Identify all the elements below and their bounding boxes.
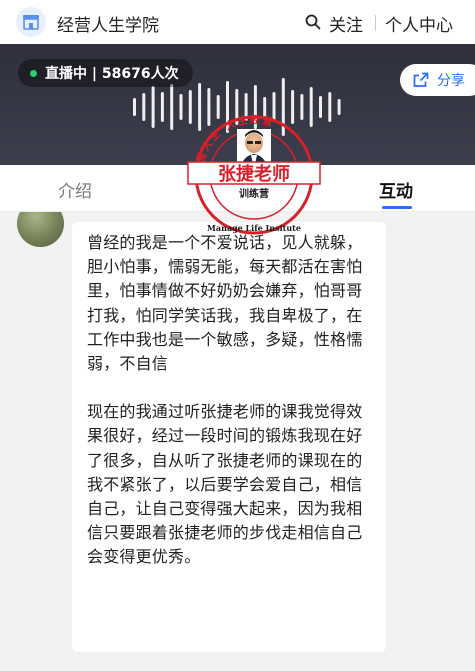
live-status-badge: 直播中 | 58676人次: [18, 59, 193, 87]
top-nav-bar: 经营人生学院 关注 个人中心: [0, 0, 475, 44]
wave-bar: [142, 93, 146, 121]
stamp-subtitle: 训练营: [239, 187, 269, 200]
wave-bar: [170, 84, 174, 130]
search-icon[interactable]: [305, 14, 321, 30]
wave-bar: [133, 98, 136, 116]
wave-bar: [151, 86, 155, 128]
live-dot-icon: [30, 69, 37, 77]
app-title: 经营人生学院: [57, 16, 159, 36]
share-label: 分享: [437, 73, 465, 89]
share-button[interactable]: 分享: [400, 64, 475, 96]
message-bubble: 曾经的我是一个不爱说话，见人就躲，胆小怕事，懦弱无能，每天都活在害怕里，怕事情做…: [72, 222, 386, 652]
avatar[interactable]: [17, 212, 64, 247]
wave-bar: [160, 92, 164, 122]
nav-divider: [375, 15, 376, 31]
tab-intro[interactable]: 介绍: [58, 177, 92, 202]
stamp-name: 张捷老师: [218, 163, 290, 185]
interaction-feed[interactable]: 曾经的我是一个不爱说话，见人就躲，胆小怕事，懦弱无能，每天都活在害怕里，怕事情做…: [0, 212, 475, 671]
live-status-text: 直播中 | 58676人次: [45, 66, 179, 82]
watermark-stamp: 经营人生 人生经营 张捷老师 训练营 Manage Life Insitute: [178, 113, 330, 237]
message-paragraph-1: 曾经的我是一个不爱说话，见人就躲，胆小怕事，懦弱无能，每天都活在害怕里，怕事情做…: [87, 233, 363, 374]
stamp-english: Manage Life Insitute: [207, 223, 301, 233]
message-paragraph-2: 现在的我通过听张捷老师的课我觉得效果很好，经过一段时间的锻炼我现在好了很多，自从…: [87, 402, 363, 567]
wave-bar: [337, 99, 341, 115]
personal-center-link[interactable]: 个人中心: [385, 11, 453, 36]
follow-button[interactable]: 关注: [329, 11, 363, 36]
share-icon: [413, 72, 429, 87]
tab-interact[interactable]: 互动: [379, 177, 413, 202]
active-tab-indicator: [382, 206, 412, 209]
shop-icon[interactable]: [16, 7, 46, 37]
